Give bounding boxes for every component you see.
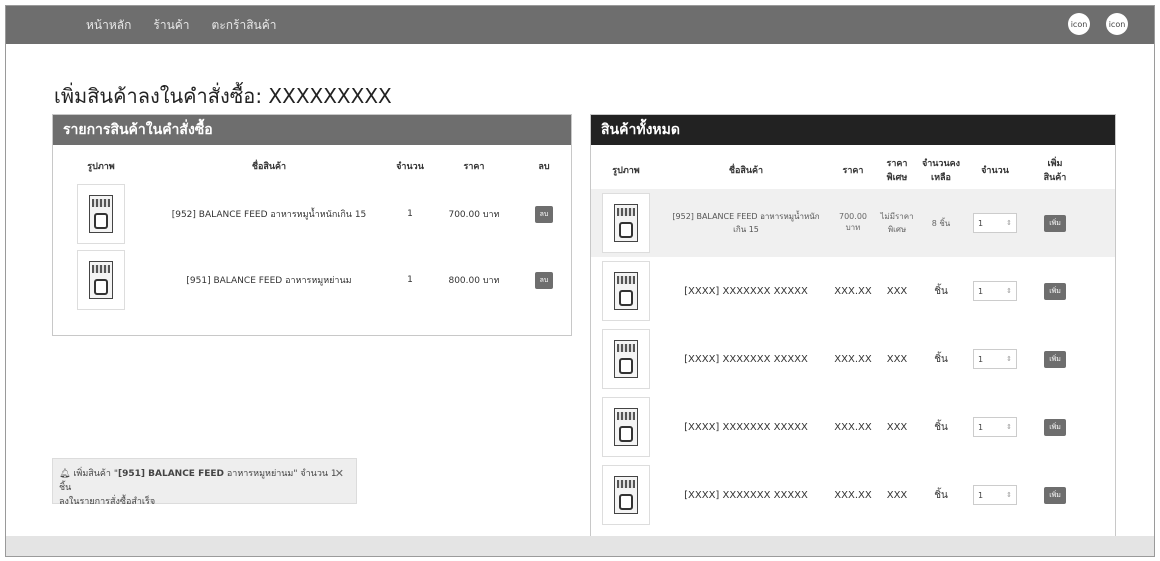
order-item-name: [951] BALANCE FEED อาหารหมูหย่านม — [186, 276, 352, 286]
product-special-price: ไม่มีราคา พิเศษ — [880, 212, 914, 234]
products-table-header: รูปภาพ ชื่อสินค้า ราคา ราคา พิเศษ จำนวนคง… — [591, 151, 1115, 189]
all-products-panel: สินค้าทั้งหมด รูปภาพ ชื่อสินค้า ราคา ราค… — [590, 114, 1116, 554]
order-item-qty: 1 — [407, 209, 413, 219]
product-row: [XXXX] XXXXXXX XXXXX XXX.XX XXX ชิ้น 1 ⇕ … — [591, 325, 1115, 393]
spinner-icon[interactable]: ⇕ — [1006, 423, 1012, 431]
product-thumbnail — [602, 261, 650, 321]
col-special-price: ราคา พิเศษ — [886, 159, 908, 183]
nav-shop[interactable]: ร้านค้า — [153, 16, 189, 35]
product-stock: 8 ชิ้น — [931, 218, 951, 228]
spinner-icon[interactable]: ⇕ — [1006, 287, 1012, 295]
product-name: [XXXX] XXXXXXX XXXXX — [684, 489, 808, 501]
product-name: [XXXX] XXXXXXX XXXXX — [684, 421, 808, 433]
col-name: ชื่อสินค้า — [728, 166, 764, 176]
col-price: ราคา — [842, 166, 864, 176]
product-stock: ชิ้น — [934, 353, 948, 365]
product-special-price: XXX — [886, 489, 908, 501]
product-thumbnail — [77, 250, 125, 310]
product-row: [XXXX] XXXXXXX XXXXX XXX.XX XXX ชิ้น 1 ⇕ … — [591, 461, 1115, 529]
col-delete: ลบ — [538, 162, 550, 172]
product-thumbnail — [602, 329, 650, 389]
product-thumbnail — [602, 193, 650, 253]
nav-icons: icon icon — [1068, 13, 1128, 35]
add-product-button[interactable]: เพิ่ม — [1044, 487, 1066, 504]
all-products-panel-title: สินค้าทั้งหมด — [591, 115, 1115, 145]
order-items-panel: รายการสินค้าในคำสั่งซื้อ รูปภาพ ชื่อสินค… — [52, 114, 572, 336]
nav-cart[interactable]: ตะกร้าสินค้า — [212, 16, 277, 35]
order-items-panel-title: รายการสินค้าในคำสั่งซื้อ — [53, 115, 571, 145]
add-product-button[interactable]: เพิ่ม — [1044, 283, 1066, 300]
col-qty: จำนวน — [981, 166, 1009, 176]
bell-icon: 🔔︎ — [59, 469, 71, 479]
col-qty: จำนวน — [396, 162, 424, 172]
quantity-input[interactable]: 1 ⇕ — [973, 213, 1017, 233]
settings-icon[interactable]: icon — [1106, 13, 1128, 35]
delete-button[interactable]: ลบ — [534, 272, 554, 289]
order-row: [951] BALANCE FEED อาหารหมูหย่านม 1 800.… — [53, 247, 571, 313]
product-stock: ชิ้น — [934, 421, 948, 433]
order-row: [952] BALANCE FEED อาหารหมูน้ำหนักเกิน 1… — [53, 181, 571, 247]
quantity-input[interactable]: 1 ⇕ — [973, 349, 1017, 369]
order-item-price: 800.00 บาท — [448, 276, 500, 286]
feed-bag-icon — [89, 261, 113, 299]
order-item-name: [952] BALANCE FEED อาหารหมูน้ำหนักเกิน 1… — [171, 210, 367, 220]
user-icon[interactable]: icon — [1068, 13, 1090, 35]
nav-links: หน้าหลัก ร้านค้า ตะกร้าสินค้า — [86, 16, 277, 35]
product-row: [952] BALANCE FEED อาหารหมูน้ำหนัก เกิน 1… — [591, 189, 1115, 257]
top-navbar: หน้าหลัก ร้านค้า ตะกร้าสินค้า icon icon — [6, 6, 1154, 44]
order-item-qty: 1 — [407, 275, 413, 285]
feed-bag-icon — [89, 195, 113, 233]
close-icon[interactable]: ✕ — [335, 467, 344, 481]
product-stock: ชิ้น — [934, 489, 948, 501]
product-thumbnail — [602, 397, 650, 457]
feed-bag-icon — [614, 204, 638, 242]
col-image: รูปภาพ — [87, 162, 115, 172]
col-image: รูปภาพ — [612, 166, 640, 176]
quantity-input[interactable]: 1 ⇕ — [973, 417, 1017, 437]
product-thumbnail — [77, 184, 125, 244]
product-row: [XXXX] XXXXXXX XXXXX XXX.XX XXX ชิ้น 1 ⇕ … — [591, 257, 1115, 325]
add-product-button[interactable]: เพิ่ม — [1044, 351, 1066, 368]
product-name: [XXXX] XXXXXXX XXXXX — [684, 285, 808, 297]
toast-message-line2: ลงในรายการสั่งซื้อสำเร็จ — [59, 497, 156, 507]
product-special-price: XXX — [886, 421, 908, 433]
order-table-header: รูปภาพ ชื่อสินค้า จำนวน ราคา ลบ — [53, 151, 571, 181]
toast-message: 🔔︎ เพิ่มสินค้า "[951] BALANCE FEED อาหาร… — [59, 469, 337, 493]
toast-notification: 🔔︎ เพิ่มสินค้า "[951] BALANCE FEED อาหาร… — [52, 458, 357, 507]
feed-bag-icon — [614, 272, 638, 310]
col-stock: จำนวนคง เหลือ — [921, 159, 961, 183]
product-special-price: XXX — [886, 353, 908, 365]
feed-bag-icon — [614, 476, 638, 514]
product-name: [952] BALANCE FEED อาหารหมูน้ำหนัก เกิน 1… — [672, 212, 820, 234]
col-add: เพิ่ม สินค้า — [1043, 159, 1067, 183]
product-thumbnail — [602, 465, 650, 525]
add-product-button[interactable]: เพิ่ม — [1044, 419, 1066, 436]
product-price: XXX.XX — [834, 285, 872, 297]
spinner-icon[interactable]: ⇕ — [1006, 219, 1012, 227]
page-title: เพิ่มสินค้าลงในคำสั่งซื้อ: XXXXXXXXX — [54, 84, 392, 108]
spinner-icon[interactable]: ⇕ — [1006, 491, 1012, 499]
product-row: [XXXX] XXXXXXX XXXXX XXX.XX XXX ชิ้น 1 ⇕ … — [591, 393, 1115, 461]
order-item-price: 700.00 บาท — [448, 210, 500, 220]
bottom-bar — [6, 536, 1154, 556]
product-price: XXX.XX — [834, 489, 872, 501]
feed-bag-icon — [614, 340, 638, 378]
app-window: หน้าหลัก ร้านค้า ตะกร้าสินค้า icon icon … — [5, 5, 1155, 557]
product-price: 700.00 บาท — [839, 212, 867, 232]
product-stock: ชิ้น — [934, 285, 948, 297]
col-name: ชื่อสินค้า — [251, 162, 287, 172]
delete-button[interactable]: ลบ — [534, 206, 554, 223]
spinner-icon[interactable]: ⇕ — [1006, 355, 1012, 363]
product-price: XXX.XX — [834, 421, 872, 433]
col-price: ราคา — [463, 162, 485, 172]
product-special-price: XXX — [886, 285, 908, 297]
feed-bag-icon — [614, 408, 638, 446]
product-name: [XXXX] XXXXXXX XXXXX — [684, 353, 808, 365]
add-product-button[interactable]: เพิ่ม — [1044, 215, 1066, 232]
nav-home[interactable]: หน้าหลัก — [86, 16, 131, 35]
quantity-input[interactable]: 1 ⇕ — [973, 281, 1017, 301]
quantity-input[interactable]: 1 ⇕ — [973, 485, 1017, 505]
product-price: XXX.XX — [834, 353, 872, 365]
